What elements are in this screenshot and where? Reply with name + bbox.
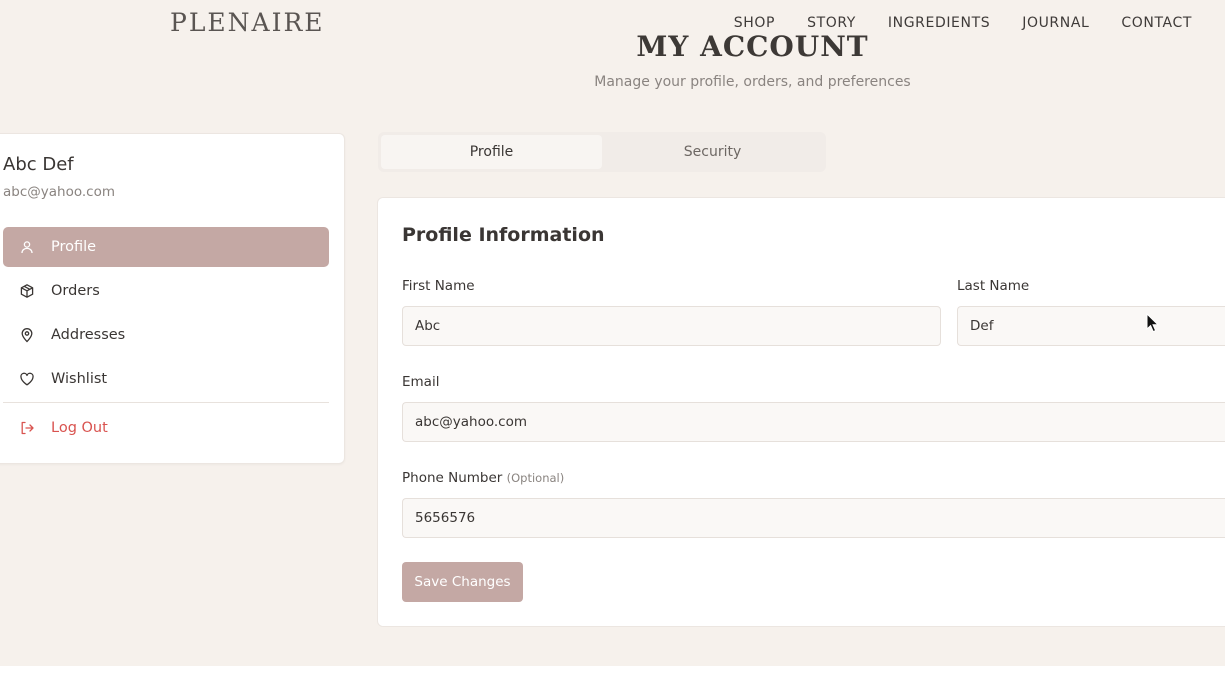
account-sidebar: Abc Def abc@yahoo.com Profile Orders Add… xyxy=(0,133,345,464)
package-icon xyxy=(19,283,35,299)
nav-shop[interactable]: SHOP xyxy=(734,15,775,31)
sidebar-item-wishlist[interactable]: Wishlist xyxy=(3,359,329,399)
last-name-field[interactable] xyxy=(957,306,1225,346)
main-nav: SHOP STORY INGREDIENTS JOURNAL CONTACT xyxy=(734,15,1192,31)
sidebar-divider xyxy=(3,402,329,403)
mouse-cursor-icon xyxy=(1146,313,1160,333)
email-field[interactable] xyxy=(402,402,1225,442)
sidebar-item-orders[interactable]: Orders xyxy=(3,271,329,311)
sidebar-item-addresses[interactable]: Addresses xyxy=(3,315,329,355)
account-tabs: Profile Security xyxy=(378,132,826,172)
sidebar-item-profile[interactable]: Profile xyxy=(3,227,329,267)
page-title: MY ACCOUNT xyxy=(636,30,869,63)
email-label: Email xyxy=(402,374,440,390)
nav-ingredients[interactable]: INGREDIENTS xyxy=(888,15,990,31)
first-name-label: First Name xyxy=(402,278,475,294)
optional-hint: (Optional) xyxy=(506,471,565,485)
user-icon xyxy=(19,239,35,255)
sidebar-item-label: Addresses xyxy=(51,327,126,343)
phone-label: Phone Number (Optional) xyxy=(402,470,564,486)
phone-field[interactable] xyxy=(402,498,1225,538)
logout-button[interactable]: Log Out xyxy=(3,408,329,448)
nav-story[interactable]: STORY xyxy=(807,15,856,31)
tab-security[interactable]: Security xyxy=(602,135,823,169)
logout-icon xyxy=(19,420,35,436)
phone-label-text: Phone Number xyxy=(402,470,503,486)
page-subtitle: Manage your profile, orders, and prefere… xyxy=(594,74,911,90)
map-pin-icon xyxy=(19,327,35,343)
nav-contact[interactable]: CONTACT xyxy=(1121,15,1192,31)
profile-card-title: Profile Information xyxy=(402,224,605,246)
last-name-label: Last Name xyxy=(957,278,1030,294)
tab-profile[interactable]: Profile xyxy=(381,135,602,169)
user-name: Abc Def xyxy=(3,154,74,175)
footer-strip xyxy=(0,666,1225,673)
sidebar-item-label: Wishlist xyxy=(51,371,108,387)
nav-journal[interactable]: JOURNAL xyxy=(1022,15,1089,31)
first-name-field[interactable] xyxy=(402,306,941,346)
sidebar-item-label: Profile xyxy=(51,239,97,255)
heart-icon xyxy=(19,371,35,387)
save-changes-button[interactable]: Save Changes xyxy=(402,562,523,602)
user-email: abc@yahoo.com xyxy=(3,184,115,200)
logout-label: Log Out xyxy=(51,420,108,436)
profile-card: Profile Information First Name Last Name… xyxy=(377,197,1225,627)
sidebar-item-label: Orders xyxy=(51,283,100,299)
